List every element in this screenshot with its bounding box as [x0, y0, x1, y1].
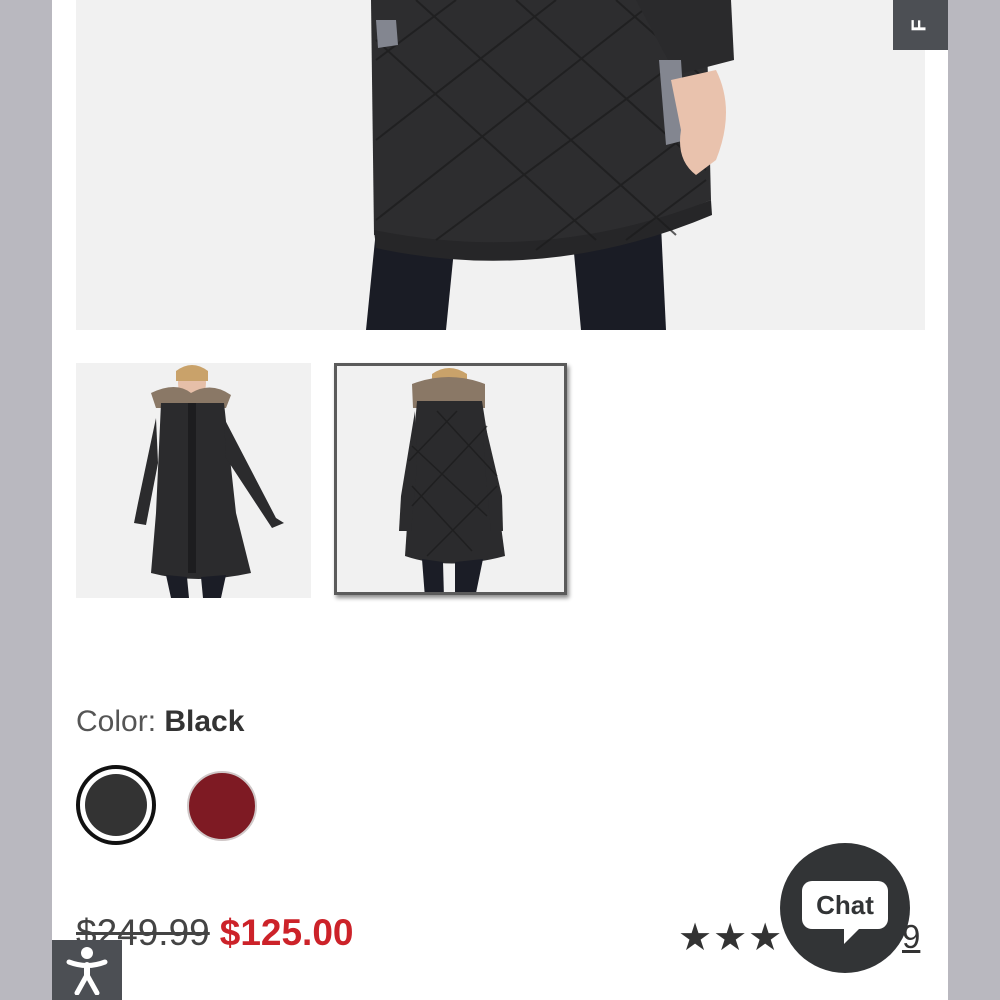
accessibility-button[interactable] — [52, 940, 122, 1000]
thumbnail-back-image — [399, 368, 505, 592]
chat-bubble-icon: Chat — [802, 881, 888, 944]
swatch-black[interactable] — [76, 765, 156, 845]
color-label-text: Color: — [76, 705, 157, 738]
star-rating[interactable]: ★★★ — [678, 915, 783, 960]
jacket-photo — [366, 0, 734, 330]
feedback-tab-label: F — [909, 18, 931, 32]
swatch-red[interactable] — [187, 771, 257, 841]
chat-button[interactable]: Chat — [780, 843, 910, 973]
thumbnail-front-image — [134, 365, 284, 598]
selected-color-name: Black — [164, 705, 245, 738]
color-label: Color: Black — [76, 705, 244, 739]
sale-price: $125.00 — [219, 912, 354, 953]
accessibility-icon — [66, 947, 108, 995]
feedback-tab[interactable]: F — [893, 0, 948, 50]
thumbnail-back[interactable] — [334, 363, 567, 595]
thumbnail-front[interactable] — [76, 363, 311, 598]
product-page: F Color: Black $249.99 $125.00 ★★★ 9 Cha… — [52, 0, 948, 1000]
main-product-image[interactable] — [76, 0, 925, 330]
swatch-black-fill — [85, 774, 147, 836]
chat-label: Chat — [816, 889, 874, 920]
